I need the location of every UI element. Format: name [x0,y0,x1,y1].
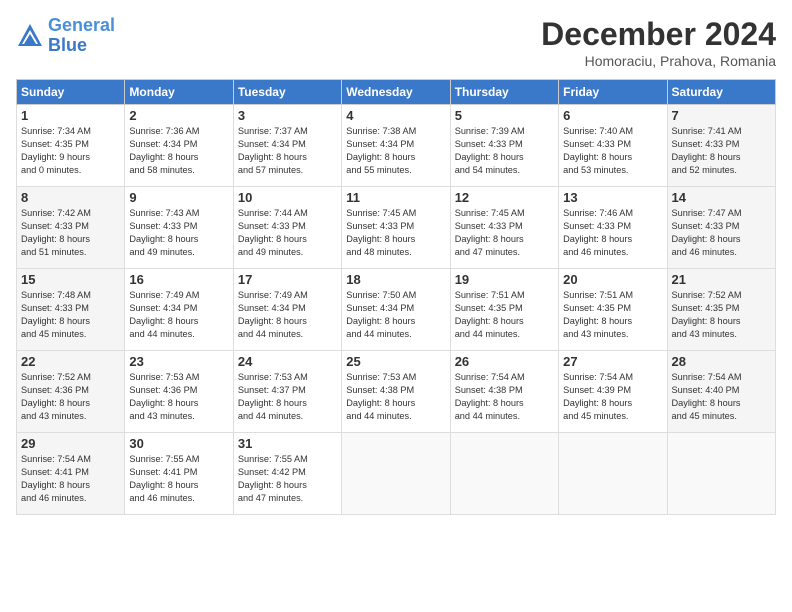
table-row: 9Sunrise: 7:43 AMSunset: 4:33 PMDaylight… [125,187,233,269]
table-row: 19Sunrise: 7:51 AMSunset: 4:35 PMDayligh… [450,269,558,351]
header-row: Sunday Monday Tuesday Wednesday Thursday… [17,80,776,105]
month-title: December 2024 [541,16,776,53]
table-row: 11Sunrise: 7:45 AMSunset: 4:33 PMDayligh… [342,187,450,269]
table-row: 25Sunrise: 7:53 AMSunset: 4:38 PMDayligh… [342,351,450,433]
week-row: 15Sunrise: 7:48 AMSunset: 4:33 PMDayligh… [17,269,776,351]
col-wednesday: Wednesday [342,80,450,105]
table-row: 2Sunrise: 7:36 AMSunset: 4:34 PMDaylight… [125,105,233,187]
table-row [559,433,667,515]
location-subtitle: Homoraciu, Prahova, Romania [541,53,776,69]
table-row: 21Sunrise: 7:52 AMSunset: 4:35 PMDayligh… [667,269,775,351]
header: General Blue December 2024 Homoraciu, Pr… [16,16,776,69]
table-row: 26Sunrise: 7:54 AMSunset: 4:38 PMDayligh… [450,351,558,433]
table-row: 29Sunrise: 7:54 AMSunset: 4:41 PMDayligh… [17,433,125,515]
table-row [450,433,558,515]
table-row: 12Sunrise: 7:45 AMSunset: 4:33 PMDayligh… [450,187,558,269]
table-row: 4Sunrise: 7:38 AMSunset: 4:34 PMDaylight… [342,105,450,187]
calendar-table: Sunday Monday Tuesday Wednesday Thursday… [16,79,776,515]
col-tuesday: Tuesday [233,80,341,105]
week-row: 8Sunrise: 7:42 AMSunset: 4:33 PMDaylight… [17,187,776,269]
col-monday: Monday [125,80,233,105]
table-row: 22Sunrise: 7:52 AMSunset: 4:36 PMDayligh… [17,351,125,433]
table-row: 15Sunrise: 7:48 AMSunset: 4:33 PMDayligh… [17,269,125,351]
logo: General Blue [16,16,115,56]
table-row: 8Sunrise: 7:42 AMSunset: 4:33 PMDaylight… [17,187,125,269]
table-row: 28Sunrise: 7:54 AMSunset: 4:40 PMDayligh… [667,351,775,433]
table-row: 7Sunrise: 7:41 AMSunset: 4:33 PMDaylight… [667,105,775,187]
table-row: 18Sunrise: 7:50 AMSunset: 4:34 PMDayligh… [342,269,450,351]
logo-icon [16,22,44,50]
logo-text: General Blue [48,16,115,56]
week-row: 29Sunrise: 7:54 AMSunset: 4:41 PMDayligh… [17,433,776,515]
col-saturday: Saturday [667,80,775,105]
table-row: 31Sunrise: 7:55 AMSunset: 4:42 PMDayligh… [233,433,341,515]
page-container: General Blue December 2024 Homoraciu, Pr… [0,0,792,523]
table-row: 24Sunrise: 7:53 AMSunset: 4:37 PMDayligh… [233,351,341,433]
table-row: 13Sunrise: 7:46 AMSunset: 4:33 PMDayligh… [559,187,667,269]
col-sunday: Sunday [17,80,125,105]
table-row: 6Sunrise: 7:40 AMSunset: 4:33 PMDaylight… [559,105,667,187]
table-row [667,433,775,515]
week-row: 1Sunrise: 7:34 AMSunset: 4:35 PMDaylight… [17,105,776,187]
table-row [342,433,450,515]
col-thursday: Thursday [450,80,558,105]
table-row: 17Sunrise: 7:49 AMSunset: 4:34 PMDayligh… [233,269,341,351]
table-row: 16Sunrise: 7:49 AMSunset: 4:34 PMDayligh… [125,269,233,351]
table-row: 23Sunrise: 7:53 AMSunset: 4:36 PMDayligh… [125,351,233,433]
table-row: 14Sunrise: 7:47 AMSunset: 4:33 PMDayligh… [667,187,775,269]
table-row: 3Sunrise: 7:37 AMSunset: 4:34 PMDaylight… [233,105,341,187]
table-row: 1Sunrise: 7:34 AMSunset: 4:35 PMDaylight… [17,105,125,187]
table-row: 5Sunrise: 7:39 AMSunset: 4:33 PMDaylight… [450,105,558,187]
title-block: December 2024 Homoraciu, Prahova, Romani… [541,16,776,69]
table-row: 30Sunrise: 7:55 AMSunset: 4:41 PMDayligh… [125,433,233,515]
week-row: 22Sunrise: 7:52 AMSunset: 4:36 PMDayligh… [17,351,776,433]
table-row: 27Sunrise: 7:54 AMSunset: 4:39 PMDayligh… [559,351,667,433]
col-friday: Friday [559,80,667,105]
table-row: 20Sunrise: 7:51 AMSunset: 4:35 PMDayligh… [559,269,667,351]
table-row: 10Sunrise: 7:44 AMSunset: 4:33 PMDayligh… [233,187,341,269]
